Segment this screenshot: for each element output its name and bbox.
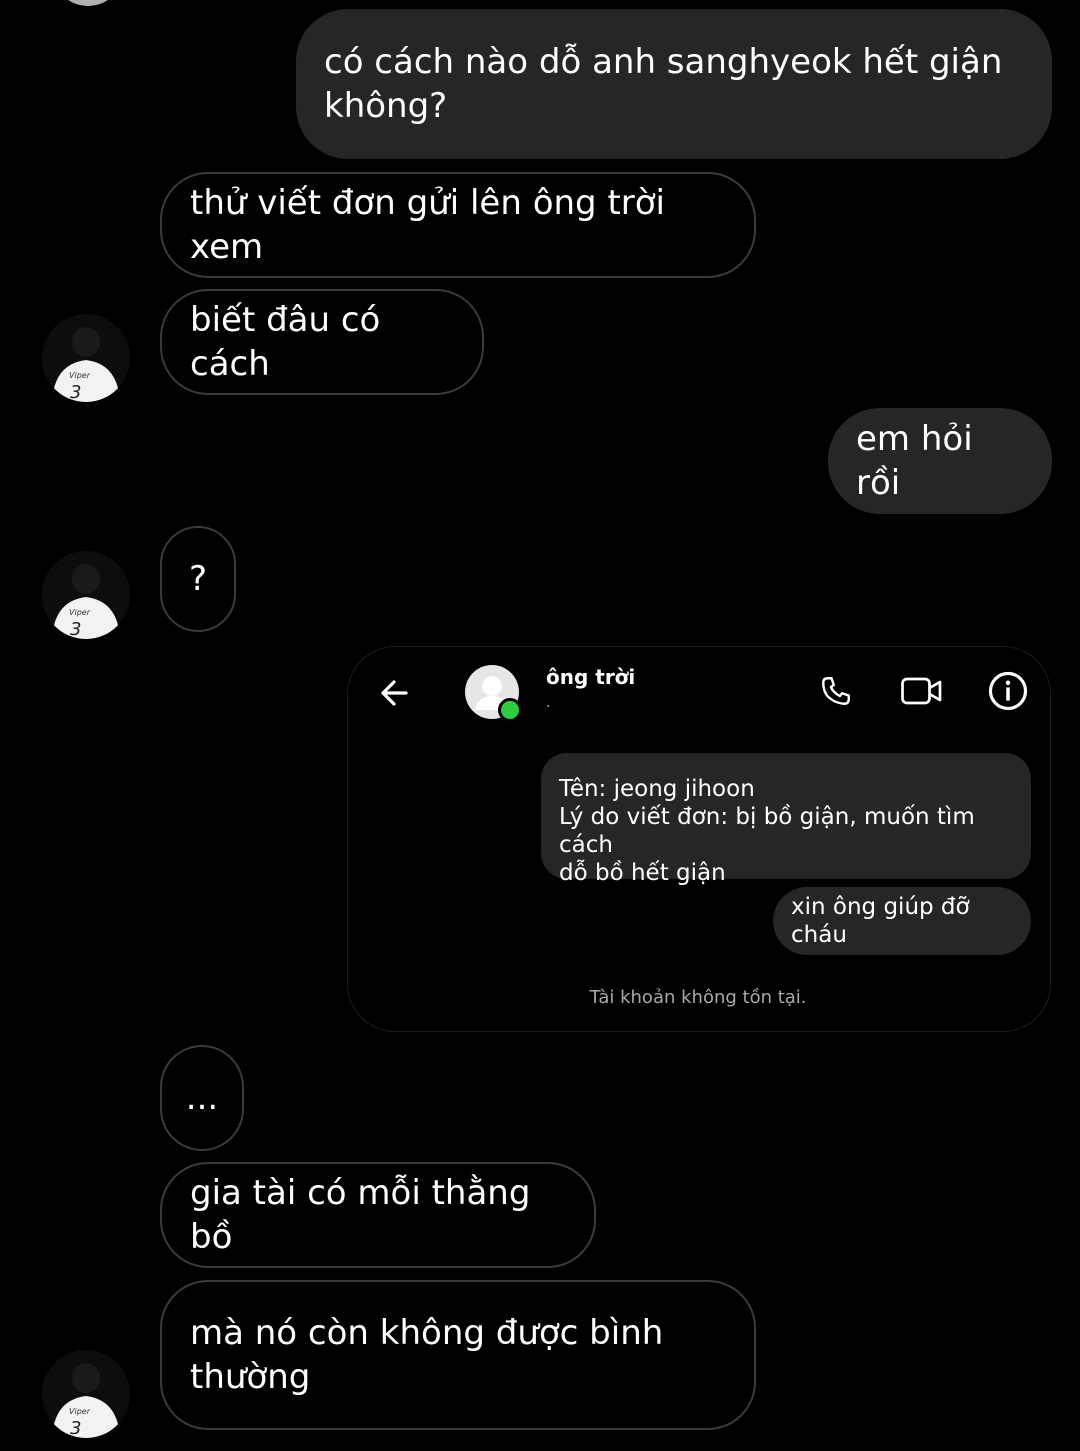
phone-icon[interactable] — [812, 667, 860, 715]
message-text: có cách nào dỗ anh sanghyeok hết giận kh… — [324, 42, 1003, 126]
inner-outgoing-message: xin ông giúp đỡ cháu — [773, 887, 1031, 955]
message-text: em hỏi rồi — [856, 419, 973, 503]
online-status-dot — [498, 698, 522, 722]
contact-avatar[interactable]: Viper 3 — [42, 1350, 130, 1438]
incoming-message-bubble[interactable]: ? — [160, 526, 236, 632]
jersey-name-text: Viper — [69, 1407, 91, 1416]
message-line: dỗ bồ hết giận — [559, 860, 726, 886]
message-text: ... — [185, 1078, 219, 1118]
contact-profile-avatar[interactable] — [464, 664, 522, 722]
info-icon[interactable] — [984, 667, 1032, 715]
message-line: Tên: jeong jihoon — [559, 776, 755, 802]
account-status-notice: Tài khoản không tồn tại. — [589, 987, 807, 1008]
contact-avatar[interactable]: Viper 3 — [42, 314, 130, 402]
contact-subtitle: . — [546, 695, 551, 711]
avatar-partial-top — [52, 0, 124, 6]
incoming-message-bubble[interactable]: gia tài có mỗi thằng bồ — [160, 1162, 596, 1268]
jersey-name-text: Viper — [69, 371, 91, 380]
contact-avatar[interactable]: Viper 3 — [42, 551, 130, 639]
incoming-message-bubble[interactable]: mà nó còn không được bình thường — [160, 1280, 756, 1430]
message-text: biết đâu có cách — [190, 300, 381, 384]
message-text: thử viết đơn gửi lên ông trời xem — [190, 183, 666, 267]
message-line: xin ông giúp đỡ cháu — [791, 894, 970, 948]
embedded-chat-screenshot: ông trời . Tên: jeong jihoon Lý do viết … — [347, 646, 1051, 1032]
outgoing-message-bubble[interactable]: em hỏi rồi — [828, 408, 1052, 514]
video-call-icon[interactable] — [896, 667, 948, 715]
avatar-image: Viper 3 — [42, 1350, 130, 1438]
jersey-number-text: 3 — [70, 619, 81, 639]
avatar-image: Viper 3 — [42, 551, 130, 639]
incoming-message-bubble[interactable]: ... — [160, 1045, 244, 1151]
incoming-message-bubble[interactable]: thử viết đơn gửi lên ông trời xem — [160, 172, 756, 278]
inner-outgoing-message: Tên: jeong jihoon Lý do viết đơn: bị bồ … — [541, 753, 1031, 886]
jersey-name-text: Viper — [69, 608, 91, 617]
jersey-number-text: 3 — [70, 382, 81, 402]
jersey-number-text: 3 — [70, 1418, 81, 1438]
message-text: gia tài có mỗi thằng bồ — [190, 1173, 531, 1257]
message-text: ? — [188, 559, 208, 599]
back-arrow-icon[interactable] — [372, 671, 416, 715]
message-line: Lý do viết đơn: bị bồ giận, muốn tìm các… — [559, 804, 975, 858]
avatar-image: Viper 3 — [42, 314, 130, 402]
message-text: mà nó còn không được bình thường — [190, 1313, 664, 1397]
contact-name: ông trời — [546, 665, 636, 689]
outgoing-message-bubble[interactable]: có cách nào dỗ anh sanghyeok hết giận kh… — [296, 9, 1052, 159]
incoming-message-bubble[interactable]: biết đâu có cách — [160, 289, 484, 395]
